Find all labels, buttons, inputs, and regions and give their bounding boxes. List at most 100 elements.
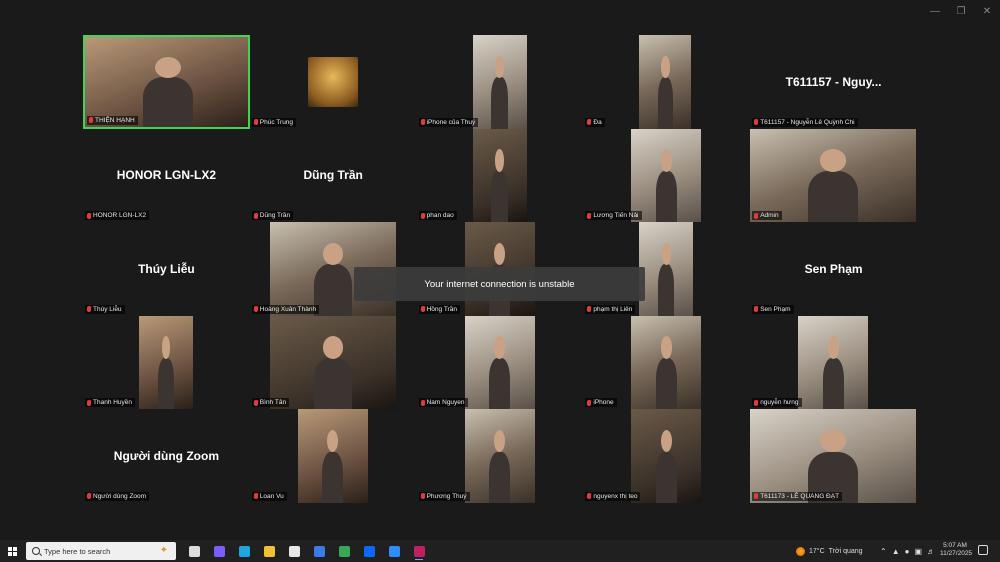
participant-name: Dũng Trần [259, 212, 291, 220]
participant-display-name: HONOR LGN-LX2 [116, 168, 217, 183]
participant-tile[interactable]: Thanh Huyền [83, 315, 250, 410]
microphone-icon[interactable]: ● [905, 547, 910, 556]
participant-tile[interactable]: THIỆN HẠNH [83, 35, 250, 129]
participant-tile[interactable]: Lương Tiến Nải [583, 128, 751, 223]
participant-video [297, 409, 368, 503]
participant-tile[interactable]: Admin [750, 128, 917, 223]
minimize-icon[interactable]: — [922, 0, 948, 22]
close-icon[interactable]: ✕ [974, 0, 1000, 22]
weather-temp: 17°C [809, 547, 825, 555]
participant-tile[interactable]: Bình Tân [249, 315, 417, 410]
zoom-icon [388, 545, 400, 557]
zalo-taskbar-button[interactable] [359, 542, 379, 560]
copilot-taskbar-button[interactable] [209, 542, 229, 560]
window-controls: — ❐ ✕ [922, 0, 1000, 22]
participant-video [464, 315, 535, 410]
participant-name-label: phan dao [418, 211, 457, 221]
participant-video [631, 409, 702, 503]
participant-tile[interactable]: nguyenx thị teo [583, 409, 751, 503]
participant-tile[interactable]: phan dao [416, 128, 584, 223]
participant-tile[interactable]: iPhone của Thuý [416, 35, 584, 129]
network-icon[interactable]: ▲ [892, 547, 900, 556]
notification-icon[interactable] [978, 545, 988, 555]
participant-name: Bình Tân [259, 399, 287, 407]
calendar-icon [288, 545, 300, 557]
muted-mic-icon [754, 212, 759, 219]
taskbar-search-box[interactable]: Type here to search ✦ [26, 542, 176, 560]
start-button[interactable] [0, 540, 24, 562]
participant-name: T611173 - LÊ QUANG ĐẠT [760, 492, 840, 500]
taskbar-apps [184, 542, 429, 560]
participant-name: Admin [760, 212, 779, 220]
display-icon[interactable]: ▣ [914, 547, 922, 556]
participant-name: Người dùng Zoom [93, 492, 147, 500]
participant-video [631, 315, 702, 410]
calendar-taskbar-button[interactable] [284, 542, 304, 560]
participant-name: Nam Nguyen [426, 399, 465, 407]
participant-tile[interactable]: T611157 - Nguy... T611157 - Nguyễn Lê Quỳ… [750, 35, 917, 129]
muted-mic-icon [420, 493, 425, 500]
mail-taskbar-button[interactable] [309, 542, 329, 560]
muted-mic-icon [420, 212, 425, 219]
participant-name-label: Lương Tiến Nải [585, 211, 642, 221]
chrome-taskbar-button[interactable] [334, 542, 354, 560]
participant-name: THIỆN HẠNH [95, 116, 135, 124]
participant-name: Phương Thuý [426, 492, 467, 500]
participant-tile[interactable]: Loan Vu [249, 409, 417, 503]
participant-video [639, 222, 694, 316]
participant-tile[interactable]: Đa [583, 35, 751, 129]
participant-name: Thúy Liễu [93, 305, 122, 313]
participant-tile[interactable]: Sen Phạm Sen Phạm [750, 222, 917, 316]
muted-mic-icon [754, 119, 759, 126]
participant-name: phạm thị Liên [593, 305, 633, 313]
muted-mic-icon [754, 306, 759, 313]
participant-name-label: Thanh Huyền [85, 398, 136, 408]
participant-tile[interactable]: HONOR LGN-LX2 HONOR LGN-LX2 [83, 128, 250, 223]
participant-tile[interactable]: nguyễn hưng [750, 315, 917, 410]
participant-tile[interactable]: Phúc Trung [249, 35, 417, 129]
participant-name-label: T611173 - LÊ QUANG ĐẠT [752, 491, 843, 501]
participant-tile[interactable]: Dũng Trần Dũng Trần [249, 128, 417, 223]
task-view-taskbar-button[interactable] [184, 542, 204, 560]
edge-icon [238, 545, 250, 557]
participant-tile[interactable]: Người dùng Zoom Người dùng Zoom [83, 409, 250, 503]
participant-video [750, 128, 917, 223]
participant-video [472, 128, 527, 223]
participant-tile[interactable]: T611173 - LÊ QUANG ĐẠT [750, 409, 917, 503]
participant-video [85, 37, 248, 127]
participant-name: Hồng Trần [426, 305, 457, 313]
participant-video [631, 128, 702, 223]
muted-mic-icon [420, 119, 425, 126]
participant-display-name: Thúy Liễu [138, 261, 195, 276]
zoom-taskbar-button[interactable] [384, 542, 404, 560]
edge-taskbar-button[interactable] [234, 542, 254, 560]
participant-name-label: Đa [585, 117, 605, 127]
muted-mic-icon [253, 306, 258, 313]
participant-tile[interactable]: Nam Nguyen [416, 315, 584, 410]
restore-icon[interactable]: ❐ [948, 0, 974, 22]
tray-chevron-icon[interactable]: ⌃ [880, 547, 887, 556]
muted-mic-icon [253, 399, 258, 406]
muted-mic-icon [587, 119, 592, 126]
participant-name: Lương Tiến Nải [593, 212, 639, 220]
volume-icon[interactable]: ♬ [927, 547, 935, 556]
mail-icon [313, 545, 325, 557]
participant-tile[interactable]: Phương Thuý [416, 409, 584, 503]
obs-taskbar-button[interactable] [409, 542, 429, 560]
weather-sun-icon [796, 546, 805, 556]
connection-warning-toast: Your internet connection is unstable [354, 267, 645, 301]
muted-mic-icon [87, 212, 91, 219]
participant-name: phan dao [426, 212, 454, 220]
participant-tile[interactable]: iPhone [583, 315, 751, 410]
muted-mic-icon [253, 493, 258, 500]
windows-logo-icon [7, 546, 17, 556]
file-explorer-taskbar-button[interactable] [259, 542, 279, 560]
participant-video [798, 315, 869, 410]
search-placeholder: Type here to search [44, 546, 111, 556]
participant-video [464, 409, 535, 503]
muted-mic-icon [587, 493, 592, 500]
taskbar-clock[interactable]: 5:07 AM 11/27/2025 [940, 542, 972, 558]
participant-tile[interactable]: Thúy Liễu Thúy Liễu [83, 222, 250, 316]
obs-icon [413, 545, 425, 557]
weather-widget[interactable]: 17°C Trời quang [796, 540, 863, 562]
